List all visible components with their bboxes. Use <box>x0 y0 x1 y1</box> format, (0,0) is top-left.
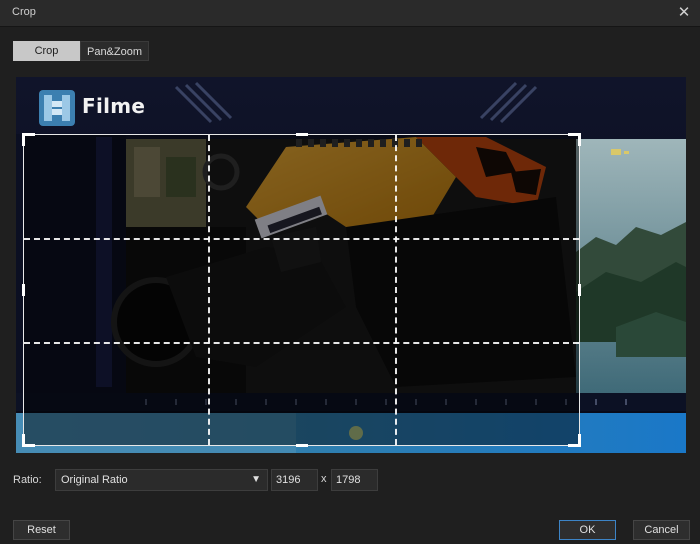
window-title: Crop <box>12 6 36 18</box>
ratio-dropdown[interactable]: Original Ratio ▼ <box>55 469 268 491</box>
crop-grid-line-horizontal <box>24 342 579 344</box>
ratio-label: Ratio: <box>13 474 42 486</box>
cancel-button[interactable]: Cancel <box>633 520 690 540</box>
crop-handle-top-right[interactable] <box>568 133 581 146</box>
reset-button[interactable]: Reset <box>13 520 70 540</box>
title-bar: Crop ✕ <box>0 0 700 27</box>
crop-grid-line-horizontal <box>24 238 579 240</box>
ratio-selected-value: Original Ratio <box>61 474 128 486</box>
mode-tabs: Crop Pan&Zoom <box>13 41 149 61</box>
crop-grid-line-vertical <box>208 135 210 445</box>
chevron-down-icon: ▼ <box>251 474 261 485</box>
brand-logo-text: Filme <box>82 94 146 118</box>
crop-handle-bottom-left[interactable] <box>22 434 35 447</box>
tab-pan-zoom[interactable]: Pan&Zoom <box>80 41 149 61</box>
crop-handle-bottom-right[interactable] <box>568 434 581 447</box>
crop-handle-top[interactable] <box>295 133 308 136</box>
crop-grid-line-vertical <box>395 135 397 445</box>
ok-button[interactable]: OK <box>559 520 616 540</box>
crop-handle-right[interactable] <box>578 284 581 296</box>
crop-width-input[interactable] <box>271 469 318 491</box>
video-preview: Filme <box>16 77 686 453</box>
crop-dialog: Crop ✕ Crop Pan&Zoom Filme Ratio: Origin… <box>0 0 700 544</box>
crop-handle-top-left[interactable] <box>22 133 35 146</box>
ratio-row: Ratio: Original Ratio ▼ x <box>13 469 378 491</box>
close-icon[interactable]: ✕ <box>674 3 694 23</box>
tab-crop[interactable]: Crop <box>13 41 80 61</box>
crop-height-input[interactable] <box>331 469 378 491</box>
crop-handle-left[interactable] <box>22 284 25 296</box>
crop-selection-box[interactable] <box>22 133 581 447</box>
dimension-separator: x <box>321 473 327 485</box>
crop-handle-bottom[interactable] <box>295 444 308 447</box>
